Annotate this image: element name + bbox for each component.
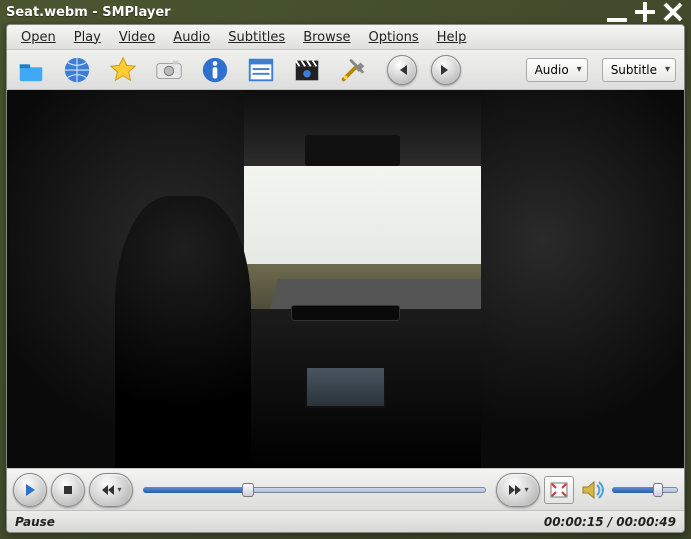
next-track-button[interactable]: [431, 55, 461, 85]
status-bar: Pause 00:00:15 / 00:00:49: [7, 510, 684, 532]
playback-state: Pause: [15, 515, 55, 529]
menu-audio[interactable]: Audio: [165, 28, 218, 47]
menu-browse[interactable]: Browse: [295, 28, 358, 47]
minimize-button[interactable]: [605, 3, 629, 21]
menu-options[interactable]: Options: [361, 28, 427, 47]
playlist-icon[interactable]: [245, 54, 277, 86]
menu-play[interactable]: Play: [66, 28, 109, 47]
control-bar: ▾ ▾: [7, 468, 684, 510]
seek-slider[interactable]: [143, 483, 486, 497]
clapperboard-icon[interactable]: [291, 54, 323, 86]
subtitle-track-combo[interactable]: Subtitle: [602, 58, 676, 82]
maximize-button[interactable]: [633, 3, 657, 21]
preferences-icon[interactable]: [337, 54, 369, 86]
menu-open[interactable]: Open: [13, 28, 64, 47]
open-file-icon[interactable]: [15, 54, 47, 86]
time-display: 00:00:15 / 00:00:49: [544, 515, 676, 529]
fullscreen-button[interactable]: [544, 476, 574, 504]
forward-button[interactable]: ▾: [496, 473, 540, 507]
app-window: Open Play Video Audio Subtitles Browse O…: [6, 24, 685, 533]
stop-button[interactable]: [51, 473, 85, 507]
video-frame: [7, 90, 684, 468]
audio-track-combo[interactable]: Audio: [526, 58, 588, 82]
video-area[interactable]: [7, 90, 684, 468]
previous-track-button[interactable]: [387, 55, 417, 85]
info-icon[interactable]: [199, 54, 231, 86]
titlebar: Seat.webm - SMPlayer: [0, 0, 691, 24]
rewind-button[interactable]: ▾: [89, 473, 133, 507]
play-button[interactable]: [13, 473, 47, 507]
window-title: Seat.webm - SMPlayer: [6, 5, 601, 20]
close-button[interactable]: [661, 3, 685, 21]
mute-button[interactable]: [578, 476, 608, 504]
menu-subtitles[interactable]: Subtitles: [220, 28, 293, 47]
menubar: Open Play Video Audio Subtitles Browse O…: [7, 25, 684, 50]
menu-video[interactable]: Video: [111, 28, 163, 47]
favorites-icon[interactable]: [107, 54, 139, 86]
open-url-icon[interactable]: [61, 54, 93, 86]
toolbar: Audio Subtitle: [7, 50, 684, 90]
menu-help[interactable]: Help: [429, 28, 475, 47]
screenshot-icon[interactable]: [153, 54, 185, 86]
volume-slider[interactable]: [612, 483, 678, 497]
